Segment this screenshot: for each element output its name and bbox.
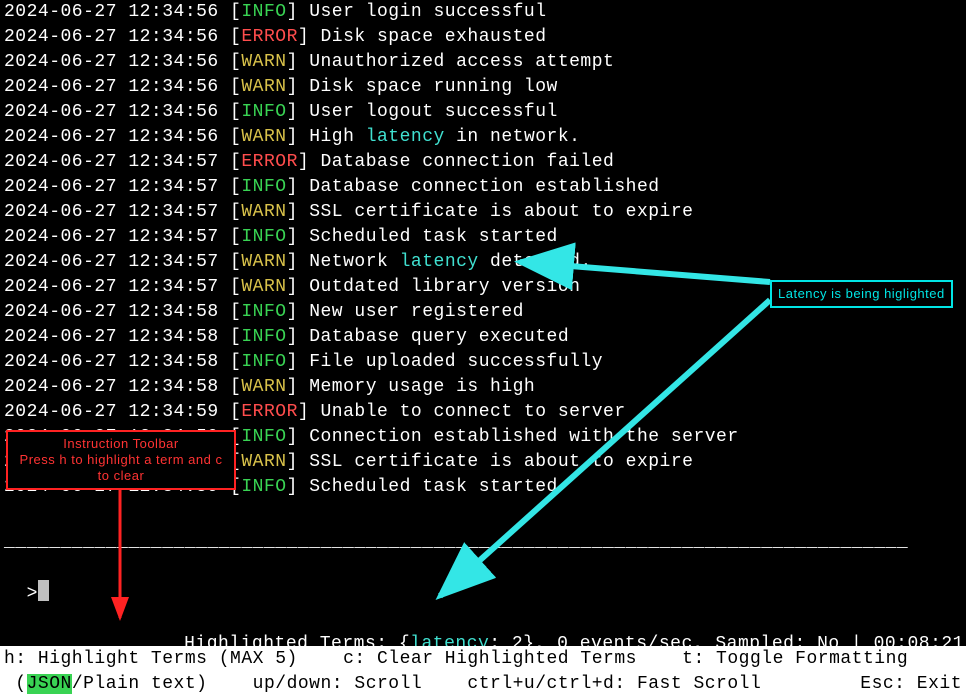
log-line: 2024-06-27 12:34:56 [WARN] High latency … xyxy=(4,125,966,150)
log-line: 2024-06-27 12:34:57 [INFO] Database conn… xyxy=(4,175,966,200)
hint-toggle: t: Toggle Formatting xyxy=(682,649,908,669)
log-line: 2024-06-27 12:34:56 [INFO] User logout s… xyxy=(4,100,966,125)
hint-clear: c: Clear Highlighted Terms xyxy=(343,649,637,669)
highlighted-term: latency xyxy=(400,252,479,272)
divider: ________________________________________… xyxy=(0,530,966,555)
log-line: 2024-06-27 12:34:58 [INFO] Database quer… xyxy=(4,325,966,350)
log-line: 2024-06-27 12:34:58 [INFO] File uploaded… xyxy=(4,350,966,375)
cursor-icon xyxy=(38,580,49,601)
hint-fast-scroll: ctrl+u/ctrl+d: Fast Scroll xyxy=(467,674,761,694)
log-line: 2024-06-27 12:34:58 [WARN] Memory usage … xyxy=(4,375,966,400)
json-mode-badge: JSON xyxy=(27,674,72,694)
log-output[interactable]: 2024-06-27 12:34:56 [INFO] User login su… xyxy=(0,0,966,500)
annotation-latency-callout: Latency is being higlighted xyxy=(770,280,953,308)
log-line: 2024-06-27 12:34:59 [ERROR] Unable to co… xyxy=(4,400,966,425)
hint-highlight: h: Highlight Terms (MAX 5) xyxy=(4,649,298,669)
prompt-line[interactable]: > xyxy=(0,555,966,607)
log-line: 2024-06-27 12:34:57 [ERROR] Database con… xyxy=(4,150,966,175)
log-line: 2024-06-27 12:34:56 [ERROR] Disk space e… xyxy=(4,25,966,50)
annotation-toolbar-callout: Instruction ToolbarPress h to highlight … xyxy=(6,430,236,490)
log-line: 2024-06-27 12:34:56 [INFO] User login su… xyxy=(4,0,966,25)
log-line: 2024-06-27 12:34:57 [WARN] Network laten… xyxy=(4,250,966,275)
plain-mode: /Plain text) xyxy=(72,674,208,694)
instruction-toolbar: h: Highlight Terms (MAX 5) c: Clear High… xyxy=(0,646,966,698)
highlighted-term: latency xyxy=(366,127,445,147)
hint-scroll: up/down: Scroll xyxy=(253,674,423,694)
prompt-char: > xyxy=(27,584,38,604)
log-line: 2024-06-27 12:34:56 [WARN] Unauthorized … xyxy=(4,50,966,75)
paren-open: ( xyxy=(4,674,27,694)
log-line: 2024-06-27 12:34:57 [WARN] SSL certifica… xyxy=(4,200,966,225)
hint-exit: Esc: Exit xyxy=(860,672,962,697)
log-line: 2024-06-27 12:34:57 [INFO] Scheduled tas… xyxy=(4,225,966,250)
log-line: 2024-06-27 12:34:56 [WARN] Disk space ru… xyxy=(4,75,966,100)
